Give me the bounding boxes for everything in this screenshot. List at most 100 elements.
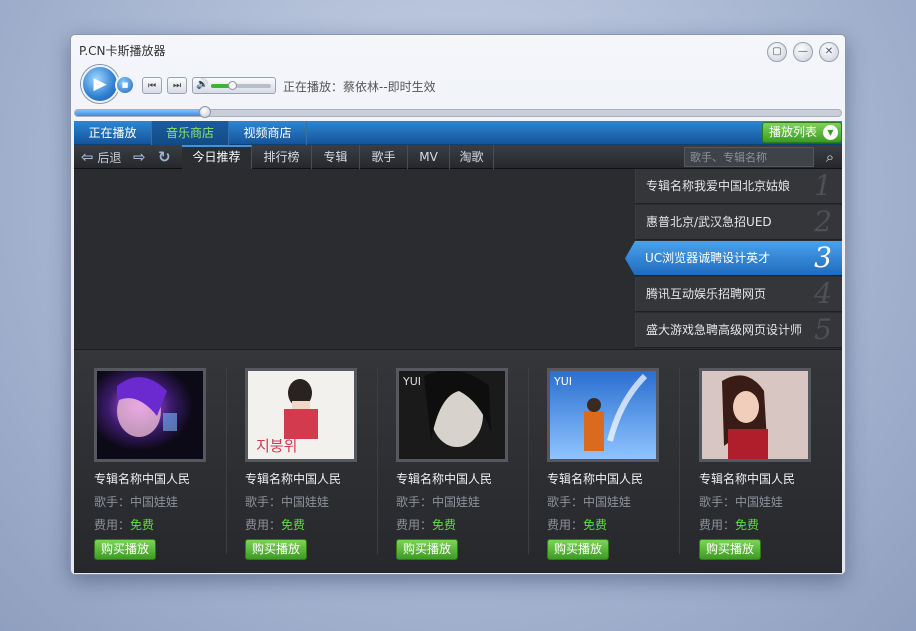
subtab-today[interactable]: 今日推荐 (182, 145, 252, 169)
subtab-artist[interactable]: 歌手 (360, 145, 408, 169)
banner-number: 1 (814, 169, 832, 202)
forward-arrow-icon: ⇨ (133, 148, 146, 166)
volume-knob[interactable] (228, 81, 237, 90)
tab-video-store[interactable]: 视频商店 (229, 121, 307, 145)
progress-knob[interactable] (199, 106, 212, 118)
banner-item-active[interactable]: UC浏览器诚聘设计英才 3 (625, 241, 842, 276)
tab-now-playing[interactable]: 正在播放 (74, 121, 152, 145)
album-artist: 歌手：中国娃娃 (94, 495, 179, 509)
buy-play-button[interactable]: 购买播放 (245, 539, 308, 560)
buy-play-button[interactable]: 购买播放 (396, 539, 459, 560)
tab-music-store[interactable]: 音乐商店 (152, 121, 229, 145)
buy-play-button[interactable]: 购买播放 (94, 539, 157, 560)
subtab-album[interactable]: 专辑 (312, 145, 360, 169)
fee-value: 免费 (281, 518, 306, 532)
svg-text:지붕위: 지붕위 (256, 437, 297, 455)
album-artist: 歌手：中国娃娃 (396, 495, 481, 509)
divider (226, 368, 227, 554)
divider (377, 368, 378, 554)
banner-item[interactable]: 盛大游戏急聘高级网页设计师 5 (635, 313, 842, 348)
fee-value: 免费 (130, 518, 155, 532)
fee-label: 费用： (94, 518, 131, 532)
prev-icon[interactable]: ⏮ (142, 77, 162, 94)
svg-text:YUI: YUI (402, 375, 421, 388)
subtab-mv[interactable]: MV (408, 145, 450, 169)
album-card: 专辑名称中国人民 歌手：中国娃娃 费用：免费 购买播放 (94, 368, 239, 560)
back-arrow-icon: ⇦ (81, 148, 94, 166)
sub-navbar: ⇦ 后退 ⇨ ↻ 今日推荐 排行榜 专辑 歌手 MV 淘歌 ⌕ (74, 145, 842, 169)
volume-slider[interactable]: 🔊 (192, 77, 276, 94)
stop-icon[interactable]: ■ (115, 75, 135, 95)
banner-title: 腾讯互动娱乐招聘网页 (646, 287, 767, 301)
player-window: P.CN卡斯播放器 ▢ — ✕ ▶ ■ ⏮ ⏭ 🔊 正在播放：蔡依林--即时生效… (70, 34, 846, 575)
album-name: 专辑名称中国人民 (94, 472, 191, 486)
fee-label: 费用： (245, 518, 282, 532)
back-button[interactable]: ⇦ 后退 (81, 145, 121, 169)
album-cover[interactable]: YUI (396, 368, 508, 462)
banner-title: UC浏览器诚聘设计英才 (645, 251, 771, 265)
album-name: 专辑名称中国人民 (699, 472, 796, 486)
album-fee: 费用：免费 (245, 516, 390, 533)
album-cover[interactable] (94, 368, 206, 462)
search-icon[interactable]: ⌕ (820, 147, 840, 167)
album-cover[interactable]: 지붕위 (245, 368, 357, 462)
minimize-icon[interactable]: — (793, 42, 813, 62)
album-name: 专辑名称中国人民 (245, 472, 342, 486)
search-input[interactable] (684, 147, 814, 167)
banner-area: 专辑名称我爱中国北京姑娘 1 惠普北京/武汉急招UED 2 UC浏览器诚聘设计英… (74, 169, 842, 349)
banner-item[interactable]: 腾讯互动娱乐招聘网页 4 (635, 277, 842, 312)
album-cover[interactable]: YUI (547, 368, 659, 462)
next-icon[interactable]: ⏭ (167, 77, 187, 94)
album-name: 专辑名称中国人民 (547, 472, 644, 486)
now-playing-text: 正在播放：蔡依林--即时生效 (283, 80, 436, 94)
progress-fill (75, 110, 206, 116)
play-icon[interactable]: ▶ (81, 65, 119, 103)
back-label: 后退 (97, 151, 122, 165)
fee-value: 免费 (432, 518, 457, 532)
banner-number: 5 (814, 313, 832, 346)
album-fee: 费用：免费 (396, 516, 541, 533)
banner-item[interactable]: 惠普北京/武汉急招UED 2 (635, 205, 842, 240)
album-card: 지붕위 专辑名称中国人民 歌手：中国娃娃 费用：免费 购买播放 (245, 368, 390, 560)
banner-number: 4 (814, 277, 832, 310)
banner-number: 3 (814, 241, 832, 274)
buy-play-button[interactable]: 购买播放 (699, 539, 762, 560)
main-tabbar: 正在播放 音乐商店 视频商店 播放列表 ▼ (74, 121, 842, 145)
album-cover[interactable] (699, 368, 811, 462)
album-artist: 歌手：中国娃娃 (699, 495, 784, 509)
chevron-down-icon: ▼ (823, 125, 838, 140)
fee-value: 免费 (735, 518, 760, 532)
refresh-button[interactable]: ↻ (158, 145, 171, 169)
album-card: YUI 专辑名称中国人民 歌手：中国娃娃 费用：免费 购买播放 (547, 368, 692, 560)
banner-item[interactable]: 专辑名称我爱中国北京姑娘 1 (635, 169, 842, 204)
maximize-icon[interactable]: ▢ (767, 42, 787, 62)
progress-bar[interactable] (74, 106, 842, 118)
banner-title: 盛大游戏急聘高级网页设计师 (646, 323, 803, 337)
volume-track[interactable] (211, 81, 271, 90)
playlist-button[interactable]: 播放列表 ▼ (762, 122, 842, 143)
divider (528, 368, 529, 554)
fee-value: 免费 (583, 518, 608, 532)
banner-title: 专辑名称我爱中国北京姑娘 (646, 179, 791, 193)
window-controls: ▢ — ✕ (767, 42, 839, 62)
playlist-button-label: 播放列表 (769, 125, 818, 139)
forward-button[interactable]: ⇨ (133, 145, 146, 169)
album-card: 专辑名称中国人民 歌手：中国娃娃 费用：免费 购买播放 (699, 368, 844, 560)
fee-label: 费用： (547, 518, 584, 532)
album-artist: 歌手：中国娃娃 (245, 495, 330, 509)
volume-icon[interactable]: 🔊 (196, 79, 208, 90)
album-fee: 费用：免费 (94, 516, 239, 533)
banner-number: 2 (814, 205, 832, 238)
refresh-icon: ↻ (158, 148, 171, 166)
divider (679, 368, 680, 554)
close-icon[interactable]: ✕ (819, 42, 839, 62)
svg-text:YUI: YUI (553, 375, 572, 388)
fee-label: 费用： (396, 518, 433, 532)
buy-play-button[interactable]: 购买播放 (547, 539, 610, 560)
subtab-taoge[interactable]: 淘歌 (450, 145, 494, 169)
album-fee: 费用：免费 (547, 516, 692, 533)
album-artist: 歌手：中国娃娃 (547, 495, 632, 509)
banner-title: 惠普北京/武汉急招UED (646, 215, 772, 229)
subtab-chart[interactable]: 排行榜 (252, 145, 312, 169)
album-list: 专辑名称中国人民 歌手：中国娃娃 费用：免费 购买播放 지붕위 专辑名称中国人民… (74, 349, 842, 573)
